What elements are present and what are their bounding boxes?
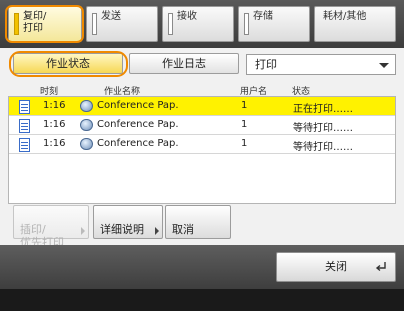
table-row[interactable]: 1:16 Conference Pap. 1 等待打印…… <box>9 135 395 154</box>
job-table: 1:16 Conference Pap. 1 正在打印…… 1:16 Confe… <box>8 96 396 204</box>
tab-consumables-label: 耗材/其他 <box>323 11 367 22</box>
bottom-bar: 关闭 <box>0 245 404 289</box>
details-button[interactable]: 详细说明 <box>93 205 163 239</box>
enter-arrow-icon <box>375 262 386 272</box>
details-label: 详细说明 <box>100 223 144 236</box>
cancel-button[interactable]: 取消 <box>165 205 231 239</box>
job-status-panel: 作业状态 作业日志 打印 时刻 作业名称 用户名 状态 1:16 Confere… <box>0 48 404 249</box>
function-tab-bar: 复印/ 打印 发送 接收 存储 耗材/其他 <box>0 0 404 48</box>
row-status: 等待打印…… <box>293 142 353 153</box>
document-icon <box>19 100 30 114</box>
job-type-select-value: 打印 <box>255 58 277 71</box>
tab-indicator-icon <box>168 13 173 35</box>
tab-indicator-icon <box>14 13 19 35</box>
computer-icon <box>80 119 93 131</box>
close-label: 关闭 <box>325 260 347 273</box>
tab-copy-print[interactable]: 复印/ 打印 <box>8 6 82 42</box>
close-button[interactable]: 关闭 <box>276 252 396 282</box>
chevron-down-icon <box>379 63 389 68</box>
tab-store[interactable]: 存储 <box>238 6 310 42</box>
tab-indicator-icon <box>244 13 249 35</box>
row-job-name: Conference Pap. <box>97 100 179 111</box>
tab-send[interactable]: 发送 <box>86 6 158 42</box>
cancel-label: 取消 <box>172 223 194 236</box>
tab-copy-print-label: 复印/ 打印 <box>23 11 47 34</box>
row-time: 1:16 <box>43 138 66 149</box>
status-strip <box>0 289 404 311</box>
tab-job-status[interactable]: 作业状态 <box>13 53 123 74</box>
row-user: 1 <box>241 138 248 149</box>
computer-icon <box>80 138 93 150</box>
tab-receive-label: 接收 <box>177 11 197 22</box>
computer-icon <box>80 100 93 112</box>
row-time: 1:16 <box>43 100 66 111</box>
job-type-select[interactable]: 打印 <box>246 54 396 75</box>
row-status: 正在打印…… <box>293 104 353 115</box>
job-table-header: 时刻 作业名称 用户名 状态 <box>8 82 396 97</box>
tab-receive[interactable]: 接收 <box>162 6 234 42</box>
row-job-name: Conference Pap. <box>97 138 179 149</box>
row-time: 1:16 <box>43 119 66 130</box>
row-user: 1 <box>241 119 248 130</box>
tab-consumables-other[interactable]: 耗材/其他 <box>314 6 396 42</box>
tab-indicator-icon <box>92 13 97 35</box>
table-row[interactable]: 1:16 Conference Pap. 1 正在打印…… <box>9 97 395 116</box>
corner-arrow-icon <box>155 227 159 235</box>
tab-store-label: 存储 <box>253 11 273 22</box>
corner-arrow-icon <box>81 227 85 235</box>
row-job-name: Conference Pap. <box>97 119 179 130</box>
tab-send-label: 发送 <box>101 11 121 22</box>
document-icon <box>19 119 30 133</box>
table-row[interactable]: 1:16 Conference Pap. 1 等待打印…… <box>9 116 395 135</box>
row-status: 等待打印…… <box>293 123 353 134</box>
tab-job-log[interactable]: 作业日志 <box>129 53 239 74</box>
priority-print-button[interactable]: 插印/ 优先打印 <box>13 205 89 249</box>
document-icon <box>19 138 30 152</box>
row-user: 1 <box>241 100 248 111</box>
print-job-status-screen: 复印/ 打印 发送 接收 存储 耗材/其他 作业状态 作业日志 打印 时刻 作业 <box>0 0 404 311</box>
